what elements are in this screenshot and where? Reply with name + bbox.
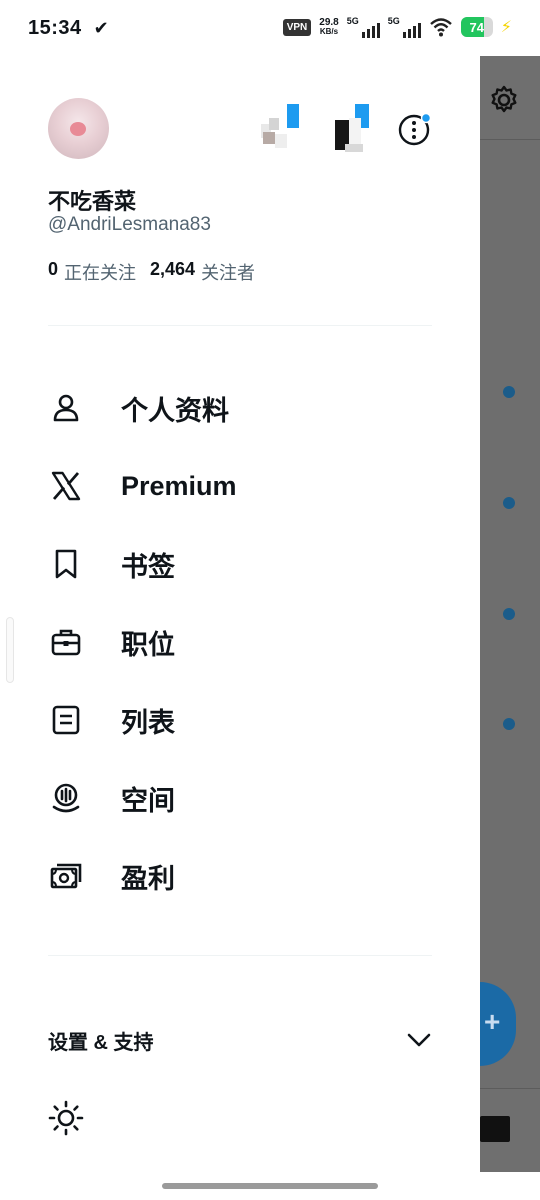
settings-support-label: 设置 & 支持 [48,1031,154,1054]
network-type-1: 5G [346,16,359,26]
x-logo-icon [48,468,84,504]
sun-icon[interactable] [48,1100,84,1136]
bookmark-icon [48,546,84,582]
signal-icon: 5G [347,16,380,38]
menu-item-spaces[interactable]: 空间 [48,768,448,828]
divider [48,955,432,956]
divider [48,325,432,326]
person-icon [48,390,84,426]
unread-dot [503,497,515,509]
menu-item-lists[interactable]: 列表 [48,690,448,750]
menu-item-profile[interactable]: 个人资料 [48,378,448,438]
mail-icon[interactable] [480,1116,510,1142]
switch-account-avatar[interactable] [261,104,299,152]
avatar[interactable] [48,98,109,159]
battery-level: 74 [469,19,484,35]
navigation-drawer: 不吃香菜 @AndriLesmana83 0 正在关注 2,464 关注者 个人… [0,56,480,1200]
followers-label[interactable]: 关注者 [201,259,255,285]
switch-account-avatar[interactable] [333,104,371,152]
menu-item-label: 空间 [121,785,175,816]
status-bar: 15:34 ✔ VPN 29.8 KB/s 5G 5G 74 ⚡ [0,0,540,56]
network-speed-unit: KB/s [319,27,339,36]
network-speed: 29.8 KB/s [319,18,338,36]
menu-item-label: 列表 [121,707,175,738]
following-count[interactable]: 0 [48,259,58,285]
unread-dot [503,386,515,398]
menu-item-label: 书签 [121,551,175,582]
money-icon [48,858,84,894]
menu-item-label: 盈利 [121,863,175,894]
menu-item-bookmarks[interactable]: 书签 [48,534,448,594]
display-name[interactable]: 不吃香菜 [48,184,136,216]
check-icon: ✔ [93,17,109,38]
user-handle[interactable]: @AndriLesmana83 [48,214,211,236]
following-label[interactable]: 正在关注 [64,259,136,285]
menu-item-premium[interactable]: Premium [48,456,448,516]
settings-support-toggle[interactable]: 设置 & 支持 [48,1020,432,1060]
status-icons: VPN 29.8 KB/s 5G 5G 74 ⚡ [282,16,512,38]
spaces-icon [48,780,84,816]
home-indicator[interactable] [162,1183,378,1189]
menu-item-monetization[interactable]: 盈利 [48,846,448,906]
more-accounts-icon[interactable] [398,113,432,147]
list-icon [48,702,84,738]
status-time: 15:34 [28,16,82,39]
followers-count[interactable]: 2,464 [150,259,195,285]
gear-icon[interactable] [488,84,520,116]
menu-item-label: 个人资料 [121,395,229,426]
unread-dot [503,718,515,730]
compose-icon: + [484,1006,501,1037]
battery-icon: 74 [460,17,493,37]
menu-item-jobs[interactable]: 职位 [48,612,448,672]
follow-stats: 0 正在关注 2,464 关注者 [48,259,263,285]
signal-icon: 5G [388,16,421,38]
unread-dot [503,608,515,620]
menu-item-label: 职位 [121,629,175,660]
chevron-down-icon [407,1033,431,1047]
vpn-badge: VPN [282,18,312,36]
compose-button[interactable]: + [480,982,516,1066]
wifi-icon [429,18,452,37]
briefcase-icon [48,624,84,660]
network-type-2: 5G [387,16,400,26]
background-top-bar [480,56,540,140]
edge-gesture-handle[interactable] [6,617,14,683]
bolt-icon: ⚡ [500,19,512,36]
menu-item-label: Premium [121,470,237,501]
background-overlay[interactable]: + [480,56,540,1172]
